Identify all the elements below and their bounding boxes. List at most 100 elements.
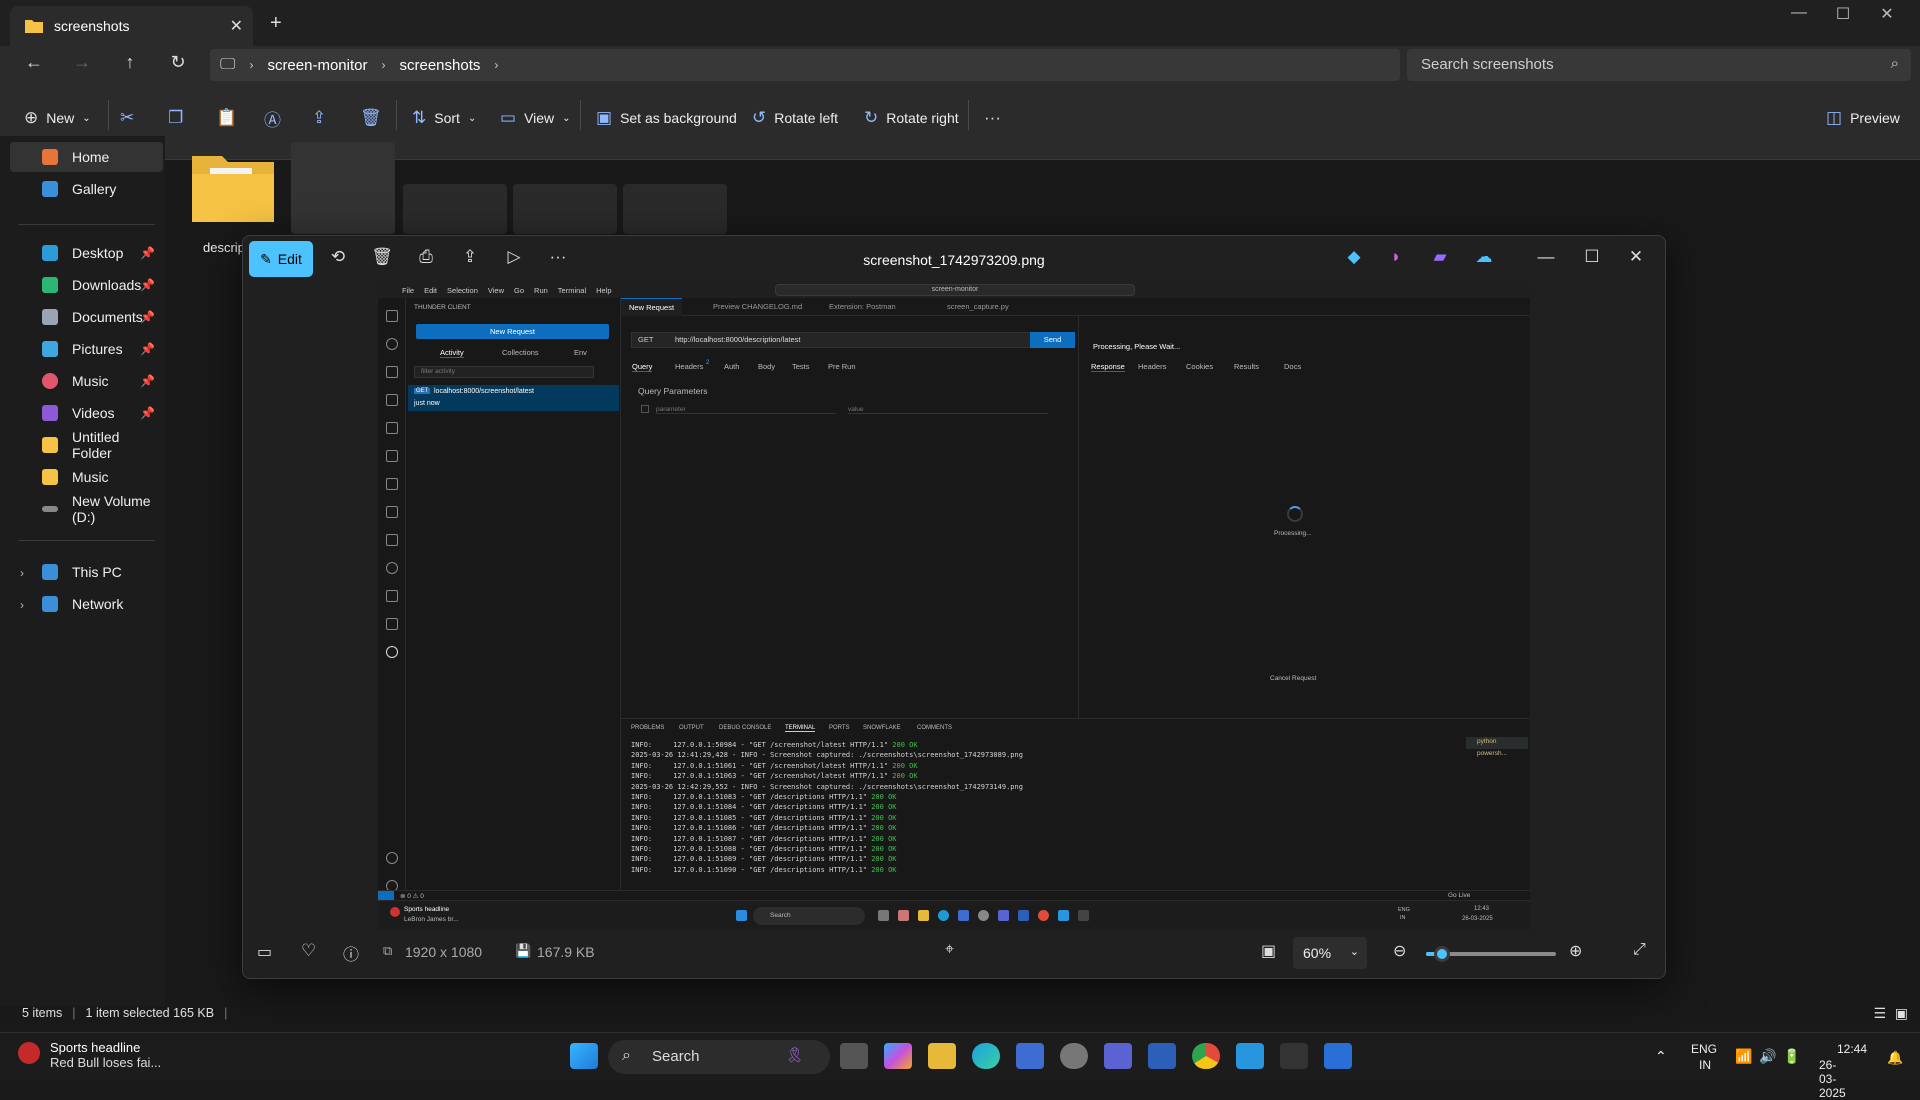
task-view-icon[interactable] [840,1043,868,1069]
search-icon: ⌕ [622,1047,631,1064]
terminal-line: INFO: 127.0.0.1:51061 - "GET /screenshot… [631,762,918,770]
set-background-button[interactable]: ▣ Set as background [596,104,737,132]
file-item-thumbnail[interactable] [623,184,727,234]
account-icon [386,852,398,864]
maximize-icon[interactable]: ☐ [1820,4,1866,24]
rename-button[interactable]: Ⓐ [264,104,281,132]
copy-button[interactable]: ❐ [168,104,183,132]
clipchamp-icon[interactable]: ◗ [1381,247,1411,267]
tiles-view-icon[interactable]: ▣ [1895,1005,1908,1022]
favorite-heart-icon[interactable]: ♡ [301,941,316,961]
fit-window-icon[interactable]: ▣ [1261,941,1276,961]
go-live-status: Go Live [1448,892,1471,899]
notification-bell-icon[interactable]: 🔔 [1887,1050,1903,1066]
nav-network[interactable]: Network [10,589,163,619]
close-tab-icon[interactable]: ✕ [230,16,243,36]
up-icon[interactable]: ↑ [114,52,146,73]
tab-activity: Activity [440,348,464,358]
filmstrip-icon[interactable]: ▭ [257,942,272,962]
editor-tab: New Request [621,298,683,316]
close-icon[interactable]: ✕ [1864,4,1910,24]
back-icon[interactable]: ← [18,52,50,73]
store-icon[interactable] [1016,1043,1044,1069]
minimize-icon[interactable]: — [1531,247,1561,267]
copilot-icon[interactable] [884,1043,912,1069]
chevron-up-icon[interactable]: ⌃ [1655,1048,1667,1065]
share-button[interactable]: ⇪ [312,104,326,132]
start-icon[interactable] [570,1043,598,1069]
zoom-in-icon[interactable]: ⊕ [1569,941,1582,961]
info-icon[interactable]: ⓘ [343,941,359,965]
volume-icon[interactable]: 🔊 [1759,1048,1776,1065]
visual-search-icon[interactable]: ⌖ [945,941,954,959]
settings-icon[interactable] [1060,1043,1088,1069]
nav-documents[interactable]: Documents 📌 [10,302,163,332]
battery-icon[interactable]: 🔋 [1783,1048,1800,1065]
search-input[interactable]: Search screenshots ⌕ [1407,49,1911,81]
nav-home[interactable]: Home [10,142,163,172]
nav-music[interactable]: Music 📌 [10,366,163,396]
terminal-line-text: INFO: 127.0.0.1:51086 - "GET /descriptio… [631,824,872,833]
view-button[interactable]: ▭ View ⌄ [500,104,571,132]
sort-button[interactable]: ⇅ Sort ⌄ [412,104,476,132]
cut-button[interactable]: ✂ [120,104,134,132]
close-icon[interactable]: ✕ [1621,247,1651,267]
taskbar-search[interactable]: ⌕ Search 🎗 [608,1040,830,1074]
onedrive-off-icon[interactable]: ☁ [1469,247,1499,267]
inner-tray-date: 26-03-2025 [1462,916,1493,922]
video-editor-icon[interactable]: ▰ [1425,247,1455,267]
more-options-button[interactable]: ··· [984,104,1001,132]
address-bar[interactable]: 🖵 › screen-monitor › screenshots › [210,49,1400,81]
nav-untitled-folder[interactable]: Untitled Folder [10,429,163,461]
breadcrumb-screenshots[interactable]: screenshots [399,57,480,74]
nav-downloads[interactable]: Downloads 📌 [10,270,163,300]
news-widget[interactable]: Sports headline Red Bull loses fai... [18,1040,161,1070]
designer-icon[interactable]: ◆ [1339,247,1369,267]
language-indicator[interactable]: ENG [1691,1042,1717,1056]
nav-gallery[interactable]: Gallery [10,174,163,204]
nav-this-pc[interactable]: This PC [10,557,163,587]
maximize-icon[interactable]: ☐ [1577,247,1607,267]
photos-app-icon[interactable] [1324,1043,1352,1069]
inner-tray-time: 12:43 [1474,906,1490,912]
details-view-icon[interactable]: ☰ [1873,1005,1886,1022]
vscode-icon[interactable] [1236,1043,1264,1069]
delete-button[interactable]: 🗑 [360,104,382,132]
terminal-line: INFO: 127.0.0.1:51085 - "GET /descriptio… [631,814,897,822]
zoom-out-icon[interactable]: ⊖ [1393,941,1406,961]
nav-videos[interactable]: Videos 📌 [10,398,163,428]
terminal-icon[interactable] [1280,1043,1308,1069]
nav-music-folder[interactable]: Music [10,462,163,492]
paste-button[interactable]: 📋 [216,104,237,132]
file-item-folder[interactable] [190,150,280,230]
zoom-slider[interactable] [1426,946,1556,962]
file-item-thumbnail[interactable] [513,184,617,234]
forward-icon[interactable]: → [66,52,98,73]
clock-time[interactable]: 12:44 [1837,1042,1867,1056]
terminal-line-text: INFO: 127.0.0.1:51084 - "GET /descriptio… [631,803,872,812]
chrome-icon[interactable] [1192,1043,1220,1069]
nav-desktop[interactable]: Desktop 📌 [10,238,163,268]
fullscreen-icon[interactable]: ⤢ [1633,941,1646,959]
breadcrumb-screen-monitor[interactable]: screen-monitor [267,57,367,74]
refresh-icon[interactable]: ↻ [162,52,194,73]
rotate-left-button[interactable]: ↺ Rotate left [752,104,838,132]
github-icon [386,562,398,574]
wifi-icon[interactable]: 📶 [1735,1048,1752,1065]
new-tab-icon[interactable]: + [270,12,282,35]
preview-button[interactable]: ◫ Preview [1826,104,1900,132]
minimize-icon[interactable]: — [1776,4,1822,22]
edge-icon[interactable] [972,1043,1000,1069]
word-icon[interactable] [1148,1043,1176,1069]
rotate-right-button[interactable]: ↻ Rotate right [864,104,959,132]
nav-new-volume[interactable]: New Volume (D:) [10,493,163,525]
file-item-thumbnail[interactable] [291,142,395,234]
teams-icon[interactable] [1104,1043,1132,1069]
nav-pictures[interactable]: Pictures 📌 [10,334,163,364]
new-button[interactable]: ⊕ New ⌄ [24,104,91,132]
file-item-thumbnail[interactable] [403,184,507,234]
zoom-level-select[interactable]: 60% ⌄ [1293,937,1367,969]
res-tab-results: Results [1234,362,1260,371]
tab-screenshots[interactable]: screenshots ✕ [10,6,253,46]
file-explorer-icon[interactable] [928,1043,956,1069]
